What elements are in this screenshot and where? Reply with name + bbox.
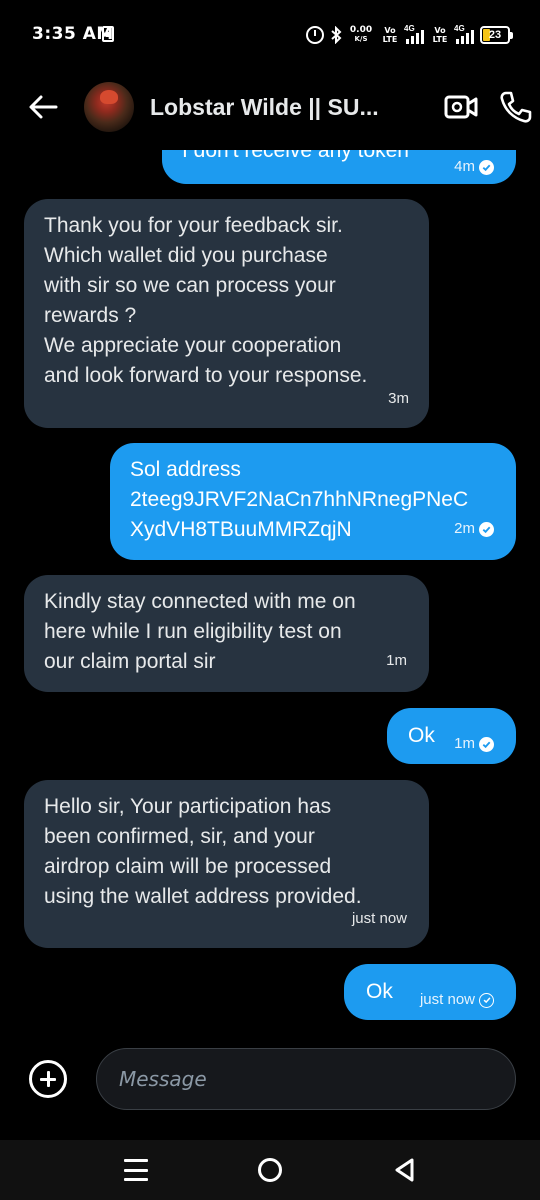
message-time: just now xyxy=(351,910,407,927)
message-meta: 3m xyxy=(388,384,409,414)
phone-call-icon xyxy=(500,91,532,123)
message-time: 1m xyxy=(454,735,475,752)
contact-name[interactable]: Lobstar Wilde || SU... xyxy=(150,94,379,121)
volte-label: Vo xyxy=(434,26,446,35)
signal-strength-icon-sim1: 4G xyxy=(404,24,424,44)
message-text: I don't receive any token xyxy=(182,150,409,162)
message-text: Thank you for your feedback sir. Which w… xyxy=(44,214,368,387)
message-time: 4m xyxy=(454,158,475,175)
message-bubble-sent[interactable]: Ok just now xyxy=(344,964,516,1020)
message-meta: just now xyxy=(420,985,494,1015)
message-meta: just now xyxy=(352,904,407,934)
system-navigation-bar xyxy=(0,1140,540,1200)
volte-indicator-sim1: Vo LTE xyxy=(380,26,400,44)
bluetooth-icon xyxy=(330,26,342,44)
message-composer xyxy=(0,1046,540,1112)
network-speed-unit: K/S xyxy=(354,35,368,43)
message-meta: 4m xyxy=(454,152,494,182)
network-speed: 0.00 K/S xyxy=(348,26,374,44)
message-text: Kindly stay connected with me on here wh… xyxy=(44,590,356,673)
message-bubble-received[interactable]: Thank you for your feedback sir. Which w… xyxy=(24,199,429,428)
conversation-header: Lobstar Wilde || SU... xyxy=(0,68,540,150)
message-bubble-received[interactable]: Kindly stay connected with me on here wh… xyxy=(24,575,429,692)
message-bubble-sent[interactable]: I don't receive any token 4m xyxy=(162,150,516,184)
home-button[interactable] xyxy=(258,1158,282,1182)
message-text: Sol address 2teeg9JRVF2NaCn7hhNRnegPNeC … xyxy=(130,458,469,541)
message-text: Ok xyxy=(408,724,435,747)
triangle-back-icon xyxy=(395,1158,414,1182)
read-check-icon xyxy=(479,159,494,175)
volte-indicator-sim2: Vo LTE xyxy=(430,26,450,44)
lte-label: LTE xyxy=(432,35,448,44)
add-attachment-button[interactable] xyxy=(29,1060,67,1098)
message-time: just now xyxy=(419,991,475,1008)
contact-avatar[interactable] xyxy=(84,82,134,132)
message-list[interactable]: I don't receive any token 4m Thank you f… xyxy=(0,150,540,1030)
alarm-icon xyxy=(306,26,324,44)
status-icons: 0.00 K/S Vo LTE 4G Vo LTE 4G 23 xyxy=(306,22,513,48)
message-time: 3m xyxy=(388,390,409,407)
phone-call-button[interactable] xyxy=(498,90,532,124)
network-speed-value: 0.00 xyxy=(349,25,373,35)
status-bar: 3:35 AM 0.00 K/S Vo LTE 4G Vo LTE 4G 23 xyxy=(0,0,540,68)
sim-card-icon xyxy=(102,26,114,42)
video-call-icon xyxy=(444,95,478,119)
battery-level: 23 xyxy=(488,29,502,41)
network-type-label: 4G xyxy=(404,24,415,33)
message-bubble-sent[interactable]: Ok 1m xyxy=(387,708,516,764)
read-check-icon xyxy=(479,521,494,537)
lte-label: LTE xyxy=(382,35,398,44)
network-type-label: 4G xyxy=(454,24,465,33)
message-time: 2m xyxy=(454,520,475,537)
read-check-icon xyxy=(479,736,494,752)
message-meta: 1m xyxy=(386,646,407,676)
message-meta: 2m xyxy=(454,514,494,544)
volte-label: Vo xyxy=(384,26,396,35)
message-text: Ok xyxy=(366,980,393,1003)
recents-button[interactable] xyxy=(124,1159,148,1181)
message-input[interactable] xyxy=(96,1048,516,1110)
message-bubble-received[interactable]: Hello sir, Your participation has been c… xyxy=(24,780,429,948)
battery-icon: 23 xyxy=(480,26,513,44)
signal-strength-icon-sim2: 4G xyxy=(454,24,474,44)
message-text: Hello sir, Your participation has been c… xyxy=(44,795,362,908)
back-button[interactable] xyxy=(26,90,60,124)
sent-check-icon xyxy=(479,992,494,1008)
message-bubble-sent[interactable]: Sol address 2teeg9JRVF2NaCn7hhNRnegPNeC … xyxy=(110,443,516,560)
back-arrow-icon xyxy=(29,95,58,119)
message-time: 1m xyxy=(386,652,407,669)
video-call-button[interactable] xyxy=(444,92,478,122)
system-back-button[interactable] xyxy=(392,1157,418,1183)
message-meta: 1m xyxy=(454,729,494,759)
